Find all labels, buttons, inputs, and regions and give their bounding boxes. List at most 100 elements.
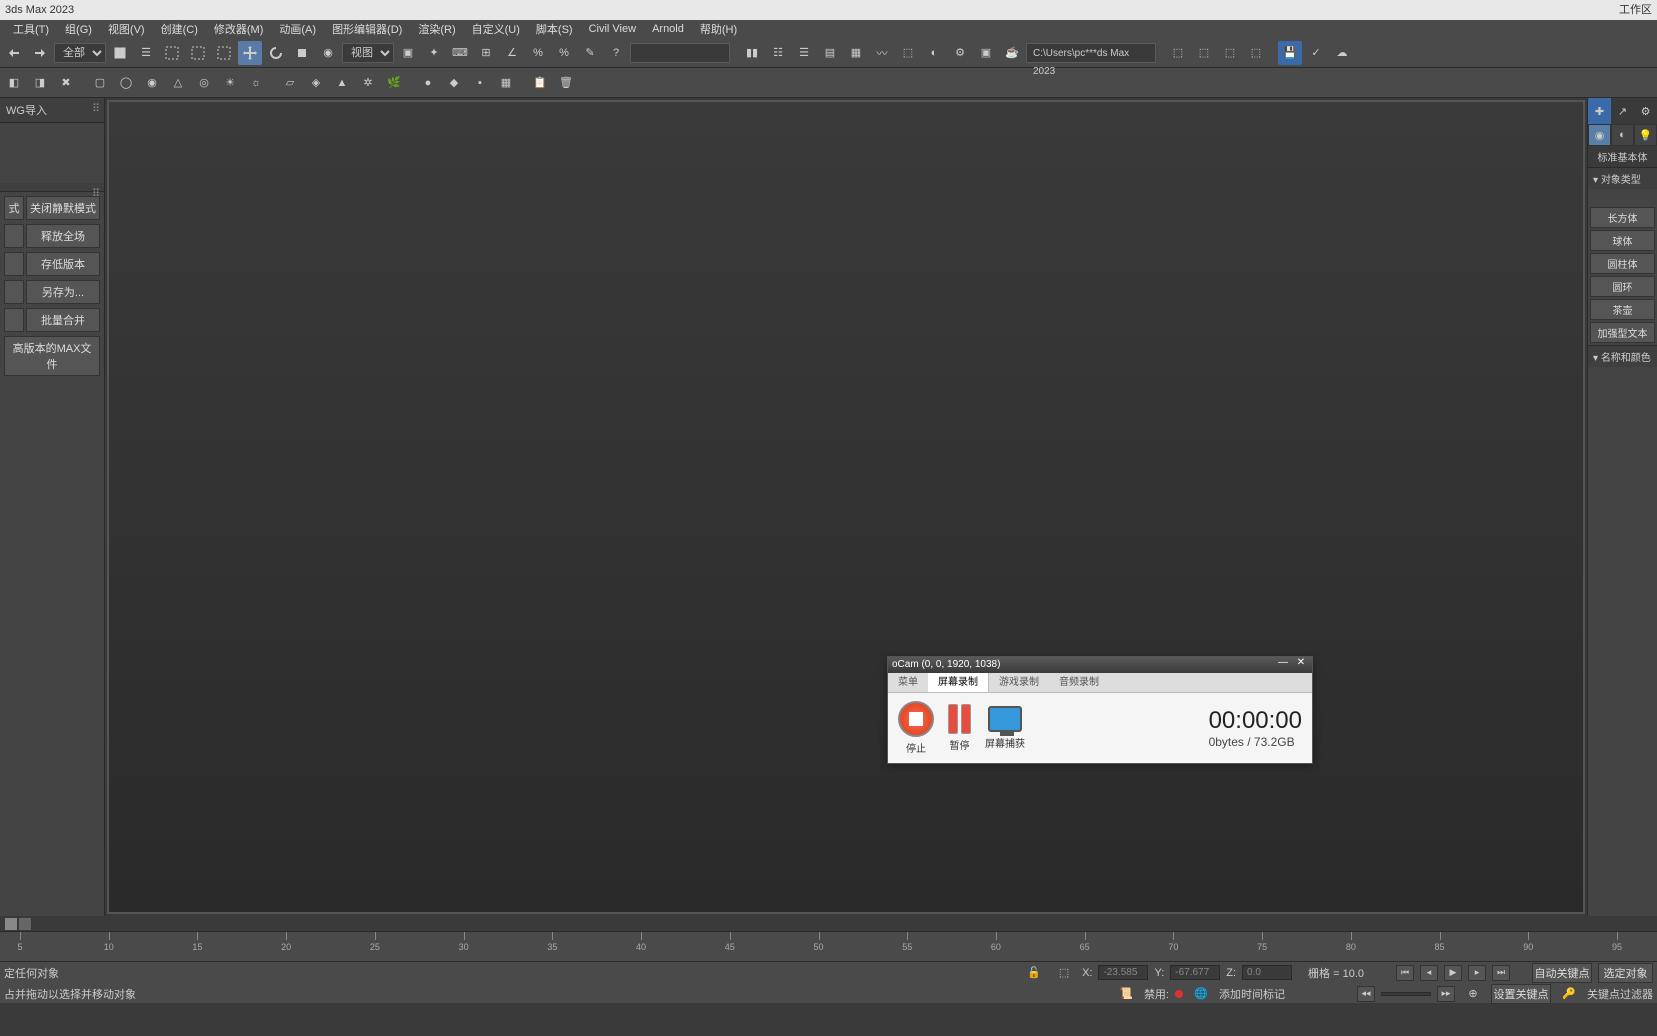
ocam-minimize-icon[interactable]: —	[1276, 657, 1290, 669]
prim-geo-icon[interactable]: ◈	[304, 71, 328, 95]
menu-graph-editors[interactable]: 图形编辑器(D)	[324, 21, 410, 37]
menu-create[interactable]: 创建(C)	[153, 21, 206, 37]
time-config-icon[interactable]: ⊕	[1461, 982, 1485, 1006]
play-icon[interactable]: ▶	[1444, 965, 1462, 981]
ocam-window[interactable]: oCam (0, 0, 1920, 1038) — ✕ 菜单 屏幕录制 游戏录制…	[887, 656, 1313, 764]
select-name-icon[interactable]: ☰	[134, 41, 158, 65]
select-window-icon[interactable]	[186, 41, 210, 65]
mode-btn[interactable]: 式	[4, 196, 24, 220]
prim-sphere-icon[interactable]: ◯	[114, 71, 138, 95]
ocam-titlebar[interactable]: oCam (0, 0, 1920, 1038) — ✕	[888, 657, 1312, 673]
prim-cylinder-icon[interactable]: ◉	[140, 71, 164, 95]
textplus-btn[interactable]: 加强型文本	[1590, 322, 1655, 343]
move-icon[interactable]	[238, 41, 262, 65]
xform4-icon[interactable]: ⬚	[1244, 41, 1268, 65]
menu-help[interactable]: 帮助(H)	[692, 21, 745, 37]
angle-snap-icon[interactable]: ∠	[500, 41, 524, 65]
key-filter-label[interactable]: 关键点过滤器	[1587, 986, 1653, 1002]
prim-plane-icon[interactable]: ▱	[278, 71, 302, 95]
toggle-ribbon-icon[interactable]: ▦	[844, 41, 868, 65]
next-frame-icon[interactable]: ▸	[1468, 965, 1486, 981]
prim-mesh-icon[interactable]: ▲	[330, 71, 354, 95]
tool-icon-1[interactable]: ◧	[2, 71, 26, 95]
hierarchy-tab-icon[interactable]: ⚙	[1634, 98, 1657, 124]
high-version-btn[interactable]: 高版本的MAX文件	[4, 336, 100, 376]
sel-obj-btn[interactable]: 选定对象	[1598, 963, 1653, 983]
ocam-stop-button[interactable]: 停止	[898, 701, 934, 755]
goto-start-icon[interactable]: ⏮	[1396, 965, 1414, 981]
select-icon[interactable]	[108, 41, 132, 65]
cloud-icon[interactable]: ☁	[1330, 41, 1354, 65]
menu-views[interactable]: 视图(V)	[100, 21, 153, 37]
named-sel-input[interactable]	[630, 43, 730, 63]
ocam-tab-menu[interactable]: 菜单	[888, 673, 928, 692]
render-setup-icon[interactable]: ⚙	[948, 41, 972, 65]
slider-arrow-icon[interactable]	[19, 918, 31, 930]
key-filter-icon[interactable]: 🔑	[1557, 982, 1581, 1006]
percent-snap-icon[interactable]: %	[526, 41, 550, 65]
ocam-capture-button[interactable]: 屏幕捕获	[985, 706, 1025, 750]
timeline-ruler[interactable]: 5101520253035404550556065707580859095	[0, 931, 1657, 961]
xform3-icon[interactable]: ⬚	[1218, 41, 1242, 65]
menu-modifiers[interactable]: 修改器(M)	[206, 21, 272, 37]
project-path-field[interactable]: C:\Users\pc***ds Max 2023	[1026, 43, 1156, 63]
ocam-tab-game[interactable]: 游戏录制	[989, 673, 1049, 692]
y-field[interactable]: -67.677	[1170, 965, 1220, 980]
world-icon[interactable]: 🌐	[1189, 982, 1213, 1006]
iso-icon[interactable]: ⬚	[1052, 961, 1076, 985]
grip-icon-2[interactable]: ⠿	[92, 187, 100, 200]
keyboard-icon[interactable]: ⌨	[448, 41, 472, 65]
shape-cat-icon[interactable]: ◐	[1611, 124, 1634, 146]
clipboard-icon[interactable]: 📋	[528, 71, 552, 95]
render-frame-icon[interactable]: ▣	[974, 41, 998, 65]
time-slider-bar[interactable]	[0, 916, 1657, 931]
align-icon[interactable]: ☷	[766, 41, 790, 65]
mirror-icon[interactable]: ▮▮	[740, 41, 764, 65]
layer-icon[interactable]: ☰	[792, 41, 816, 65]
helper-dummy-icon[interactable]: ◆	[442, 71, 466, 95]
ref-coord-dropdown[interactable]: 视图	[342, 43, 394, 63]
selection-filter-dropdown[interactable]: 全部	[54, 43, 106, 63]
save-low-btn[interactable]: 存低版本	[26, 252, 100, 276]
ocam-tab-audio[interactable]: 音频录制	[1049, 673, 1109, 692]
close-silent-btn[interactable]: 关闭静默模式	[26, 196, 100, 220]
stub-btn-3[interactable]	[4, 280, 24, 304]
curve-editor-icon[interactable]: 〰	[870, 41, 894, 65]
snap-icon[interactable]: ⊞	[474, 41, 498, 65]
stub-btn-2[interactable]	[4, 252, 24, 276]
helper-grid-icon[interactable]: ▦	[494, 71, 518, 95]
placement-icon[interactable]: ◉	[316, 41, 340, 65]
help-icon[interactable]: ?	[604, 41, 628, 65]
batch-merge-btn[interactable]: 批量合并	[26, 308, 100, 332]
ocam-tab-screen[interactable]: 屏幕录制	[928, 673, 989, 692]
sphere-btn[interactable]: 球体	[1590, 230, 1655, 251]
menu-group[interactable]: 组(G)	[57, 21, 100, 37]
ocam-pause-button[interactable]: 暂停	[948, 704, 971, 752]
torus-btn[interactable]: 圆环	[1590, 276, 1655, 297]
name-color-header[interactable]: ▾ 名称和颜色	[1588, 345, 1657, 367]
manip-icon[interactable]: ✦	[422, 41, 446, 65]
prim-particle-icon[interactable]: ✲	[356, 71, 380, 95]
lock-icon[interactable]: 🔓	[1022, 961, 1046, 985]
auto-key-btn[interactable]: 自动关键点	[1532, 963, 1592, 983]
light-cat-icon[interactable]: 💡	[1634, 124, 1657, 146]
menu-civil-view[interactable]: Civil View	[581, 23, 644, 35]
grip-icon[interactable]: ⠿	[92, 102, 100, 115]
menu-tools[interactable]: 工具(T)	[5, 21, 57, 37]
left-panel-header[interactable]: WG导入 ⠿	[0, 98, 104, 123]
prim-light-icon[interactable]: ☀	[218, 71, 242, 95]
slider-thumb[interactable]	[5, 918, 17, 930]
scale-icon[interactable]	[290, 41, 314, 65]
helper-sphere-icon[interactable]: ●	[416, 71, 440, 95]
prim-foliage-icon[interactable]: 🌿	[382, 71, 406, 95]
material-icon[interactable]: ◐	[922, 41, 946, 65]
goto-end-icon[interactable]: ⏭	[1492, 965, 1510, 981]
script-mini-icon[interactable]: 📜	[1114, 982, 1138, 1006]
left-panel-header2[interactable]: ⠿	[0, 183, 104, 192]
box-btn[interactable]: 长方体	[1590, 207, 1655, 228]
save-as-btn[interactable]: 另存为...	[26, 280, 100, 304]
tool-icon-3[interactable]: ✖	[54, 71, 78, 95]
menu-arnold[interactable]: Arnold	[644, 23, 692, 35]
spinner-snap-icon[interactable]: %	[552, 41, 576, 65]
prim-box-icon[interactable]: ▢	[88, 71, 112, 95]
